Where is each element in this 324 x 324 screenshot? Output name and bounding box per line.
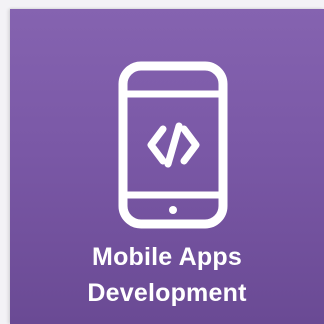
tile-label-line-1: Mobile Apps bbox=[92, 243, 242, 271]
page: Mobile Apps Development bbox=[0, 0, 324, 324]
mobile-code-icon bbox=[117, 60, 229, 230]
tile-label: Mobile Apps Development bbox=[10, 239, 324, 311]
tile-label-line-2: Development bbox=[87, 279, 247, 307]
mobile-apps-development-tile[interactable]: Mobile Apps Development bbox=[10, 9, 324, 324]
